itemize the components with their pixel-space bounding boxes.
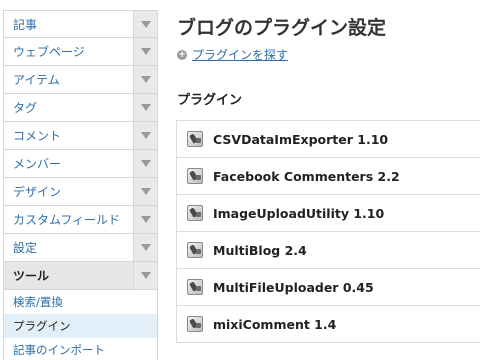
- sidebar-item-custom-fields[interactable]: カスタムフィールド: [3, 206, 158, 234]
- submenu-item-search-replace[interactable]: 検索/置換: [4, 290, 157, 314]
- sidebar-item-members[interactable]: メンバー: [3, 150, 158, 178]
- plugin-name[interactable]: MultiFileUploader 0.45: [213, 280, 374, 295]
- sidebar-item-tags[interactable]: タグ: [3, 94, 158, 122]
- sidebar-item-label: コメント: [13, 129, 62, 143]
- sidebar-item-design[interactable]: デザイン: [3, 178, 158, 206]
- sidebar-item-label: アイテム: [13, 73, 60, 87]
- submenu-item-plugins[interactable]: プラグイン: [4, 314, 157, 338]
- plugin-name[interactable]: ImageUploadUtility 1.10: [213, 206, 384, 221]
- plugin-name[interactable]: MultiBlog 2.4: [213, 243, 307, 258]
- sidebar-item-label: メンバー: [13, 157, 62, 171]
- sidebar-item-webpages[interactable]: ウェブページ: [3, 38, 158, 66]
- sidebar-nav: 記事 ウェブページ アイテム タグ コメント メンバー デザイン カスタムフィー…: [3, 10, 158, 360]
- plugin-icon: [187, 168, 203, 184]
- chevron-down-icon[interactable]: [133, 66, 157, 93]
- plugin-icon: [187, 242, 203, 258]
- plugin-icon: [187, 131, 203, 147]
- chevron-down-icon[interactable]: [133, 122, 157, 149]
- chevron-down-icon[interactable]: [133, 178, 157, 205]
- chevron-down-icon[interactable]: [133, 262, 157, 289]
- plugin-row[interactable]: mixiComment 1.4: [176, 306, 480, 343]
- chevron-down-icon[interactable]: [133, 11, 157, 37]
- plugin-list: CSVDataImExporter 1.10 Facebook Commente…: [176, 120, 480, 343]
- find-plugins-link[interactable]: + プラグインを探す: [177, 46, 288, 63]
- plugin-icon: [187, 205, 203, 221]
- plugin-icon: [187, 279, 203, 295]
- section-title: プラグイン: [177, 93, 243, 108]
- plugin-row[interactable]: Facebook Commenters 2.2: [176, 158, 480, 195]
- plugin-name[interactable]: mixiComment 1.4: [213, 317, 336, 332]
- chevron-down-icon[interactable]: [133, 38, 157, 65]
- sidebar-item-assets[interactable]: アイテム: [3, 66, 158, 94]
- sidebar-item-label: ウェブページ: [13, 45, 85, 59]
- chevron-down-icon[interactable]: [133, 94, 157, 121]
- plugin-row[interactable]: MultiFileUploader 0.45: [176, 269, 480, 306]
- tools-submenu: 検索/置換 プラグイン 記事のインポート: [3, 290, 158, 360]
- sidebar-item-settings[interactable]: 設定: [3, 234, 158, 262]
- sidebar-item-label: タグ: [13, 101, 38, 115]
- plugin-row[interactable]: CSVDataImExporter 1.10: [176, 121, 480, 158]
- sidebar-item-label: 設定: [13, 241, 38, 255]
- plugin-row[interactable]: ImageUploadUtility 1.10: [176, 195, 480, 232]
- chevron-down-icon[interactable]: [133, 206, 157, 233]
- sidebar-item-label: デザイン: [13, 185, 62, 199]
- sidebar-item-tools[interactable]: ツール: [3, 262, 158, 290]
- plugin-icon: [187, 316, 203, 332]
- sidebar-item-label: ツール: [13, 269, 50, 283]
- plugin-row[interactable]: MultiBlog 2.4: [176, 232, 480, 269]
- plus-circle-icon: +: [177, 49, 187, 60]
- page-title: ブログのプラグイン設定: [177, 17, 387, 39]
- sidebar-item-label: 記事: [13, 17, 38, 32]
- plugin-name[interactable]: CSVDataImExporter 1.10: [213, 132, 388, 147]
- sidebar-item-comments[interactable]: コメント: [3, 122, 158, 150]
- find-plugins-link-text[interactable]: プラグインを探す: [192, 46, 288, 63]
- sidebar-item-entries[interactable]: 記事: [3, 10, 158, 38]
- submenu-item-import-entries[interactable]: 記事のインポート: [4, 338, 157, 360]
- chevron-down-icon[interactable]: [133, 234, 157, 261]
- chevron-down-icon[interactable]: [133, 150, 157, 177]
- plugin-name[interactable]: Facebook Commenters 2.2: [213, 169, 400, 184]
- sidebar-item-label: カスタムフィールド: [13, 213, 121, 227]
